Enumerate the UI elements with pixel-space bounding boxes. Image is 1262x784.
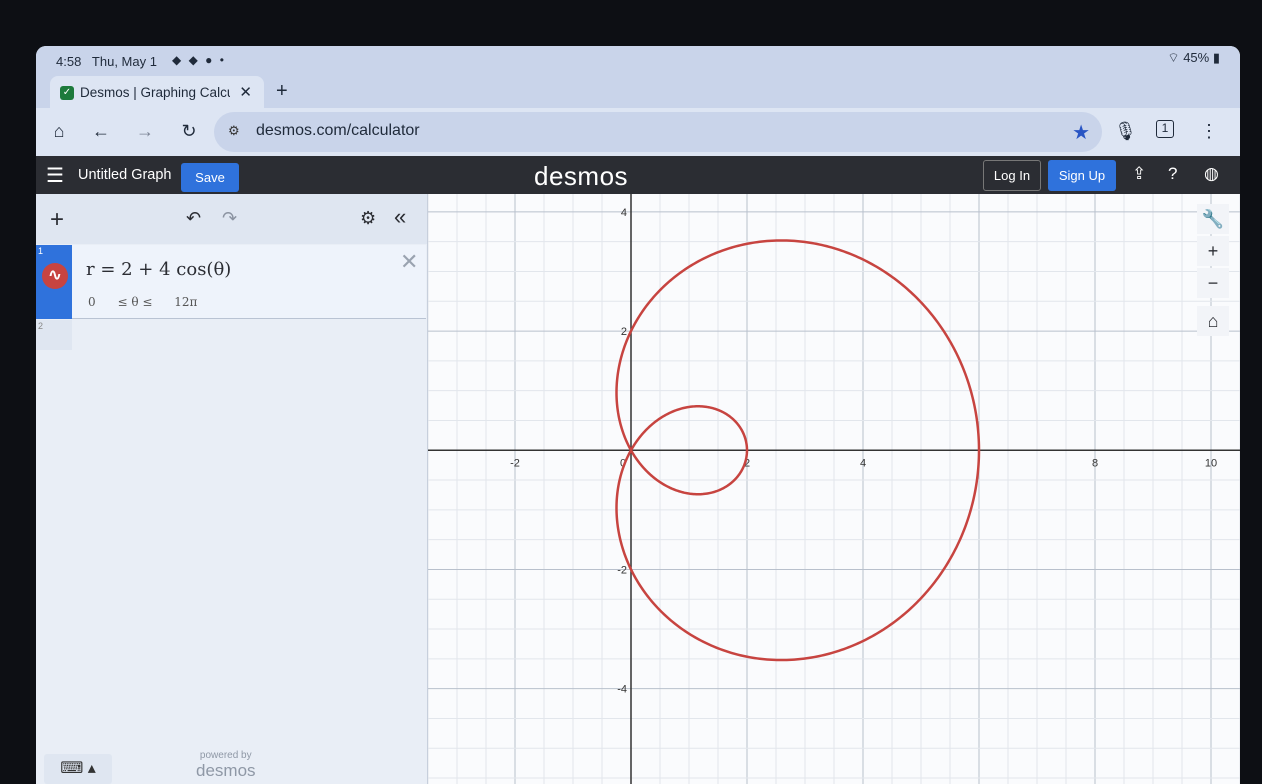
redo-icon[interactable]: ↷ xyxy=(222,208,237,229)
tablet-screen: 4:58 Thu, May 1 ◆ ◆ ● • ⌔ 45% ▮ ✓ Desmos… xyxy=(36,46,1240,784)
y-tick-label: 4 xyxy=(621,207,627,219)
home-zoom-icon[interactable]: ⌂ xyxy=(1197,306,1229,336)
status-time: 4:58 Thu, May 1 xyxy=(56,54,157,69)
collapse-panel-icon[interactable]: « xyxy=(394,204,406,230)
reload-icon[interactable]: ↻ xyxy=(178,121,200,142)
expression-index: 2 xyxy=(38,321,44,331)
domain-max-input[interactable]: 12π xyxy=(174,295,197,309)
notification-icons: ◆ ◆ ● • xyxy=(172,53,226,67)
keyboard-toggle-icon[interactable]: ⌨ ▴ xyxy=(44,754,112,784)
x-tick-label: 10 xyxy=(1205,457,1217,469)
status-bar: 4:58 Thu, May 1 ◆ ◆ ● • ⌔ 45% ▮ xyxy=(36,46,1240,76)
desmos-logo: desmos xyxy=(534,161,629,191)
hamburger-menu-icon[interactable]: ☰ xyxy=(46,163,64,188)
empty-expression-row[interactable]: 2 xyxy=(36,320,72,350)
share-icon[interactable]: ⇪ xyxy=(1132,164,1146,184)
settings-gear-icon[interactable]: ⚙ xyxy=(360,208,376,229)
tab-strip: ✓ Desmos | Graphing Calcul ✕ + xyxy=(36,74,1240,108)
graph-color-icon[interactable]: ∿ xyxy=(42,263,68,289)
domain-min-input[interactable]: 0 xyxy=(88,295,96,309)
tab-count-icon[interactable]: 1 xyxy=(1156,120,1174,138)
x-tick-label: 8 xyxy=(1092,457,1098,469)
help-icon[interactable]: ? xyxy=(1168,164,1177,184)
home-icon[interactable]: ⌂ xyxy=(48,121,70,142)
expression-panel: + ↶ ↷ ⚙ « 1 ∿ r = 2 + 4 cos(θ) ✕ 0 ≤ θ ≤… xyxy=(36,194,428,784)
undo-icon[interactable]: ↶ xyxy=(186,208,201,229)
back-icon[interactable]: ← xyxy=(90,121,112,142)
tab-title: Desmos | Graphing Calcul xyxy=(80,85,230,100)
star-icon[interactable]: ★ xyxy=(1072,120,1090,145)
address-bar[interactable]: ⚙ desmos.com/calculator ★ xyxy=(214,112,1102,152)
y-tick-label: -2 xyxy=(617,564,627,576)
desmos-favicon-icon: ✓ xyxy=(60,86,74,100)
url-text: desmos.com/calculator xyxy=(256,122,420,139)
powered-by-brand: desmos xyxy=(196,761,256,780)
zoom-in-icon[interactable]: + xyxy=(1197,236,1229,266)
expression-index: 1 xyxy=(38,246,44,256)
mic-icon[interactable]: 🎙 xyxy=(1114,121,1137,142)
powered-by: powered by desmos xyxy=(196,750,256,781)
login-button[interactable]: Log In xyxy=(983,160,1041,191)
zoom-out-icon[interactable]: − xyxy=(1197,268,1229,298)
powered-by-label: powered by xyxy=(199,750,252,761)
browser-toolbar: ⌂ ← → ↻ ⚙ desmos.com/calculator ★ 🎙 1 ⋮ xyxy=(36,108,1240,156)
y-tick-label: -4 xyxy=(617,684,627,696)
close-tab-icon[interactable]: ✕ xyxy=(239,83,252,101)
graph-paper[interactable]: -2 0 2 4 8 10 4 2 -2 -4 🔧 + − ⌂ xyxy=(428,194,1240,784)
forward-icon[interactable]: → xyxy=(134,121,156,142)
add-expression-icon[interactable]: + xyxy=(50,206,64,234)
delete-expression-icon[interactable]: ✕ xyxy=(400,249,418,275)
expression-tab[interactable]: 1 ∿ xyxy=(36,245,72,319)
wrench-settings-icon[interactable]: 🔧 xyxy=(1197,204,1229,234)
more-icon[interactable]: ⋮ xyxy=(1198,121,1220,142)
browser-tab-desmos[interactable]: ✓ Desmos | Graphing Calcul ✕ xyxy=(50,76,264,108)
x-tick-label: 4 xyxy=(860,457,866,469)
expression-row[interactable]: 1 ∿ r = 2 + 4 cos(θ) ✕ 0 ≤ θ ≤ 12π xyxy=(36,245,426,319)
save-button[interactable]: Save xyxy=(181,163,239,192)
signup-button[interactable]: Sign Up xyxy=(1048,160,1116,191)
domain-restriction: 0 ≤ θ ≤ 12π xyxy=(88,295,215,309)
expression-formula[interactable]: r = 2 + 4 cos(θ) xyxy=(86,259,231,280)
domain-operator: ≤ θ ≤ xyxy=(117,295,153,309)
expression-toolbar: + ↶ ↷ ⚙ « xyxy=(36,194,427,244)
language-globe-icon[interactable]: ◍ xyxy=(1204,164,1219,184)
graph-canvas[interactable]: -2 0 2 4 8 1042-2-4 xyxy=(428,194,1240,784)
y-tick-label: 2 xyxy=(621,326,627,338)
desmos-header: ☰ Untitled Graph Save desmos Log In Sign… xyxy=(36,156,1240,194)
x-tick-label: -2 xyxy=(510,457,520,469)
site-settings-icon[interactable]: ⚙ xyxy=(228,123,240,139)
new-tab-icon[interactable]: + xyxy=(276,80,288,103)
graph-title[interactable]: Untitled Graph xyxy=(78,167,172,183)
battery-indicator: ⌔ 45% ▮ xyxy=(1167,50,1220,65)
